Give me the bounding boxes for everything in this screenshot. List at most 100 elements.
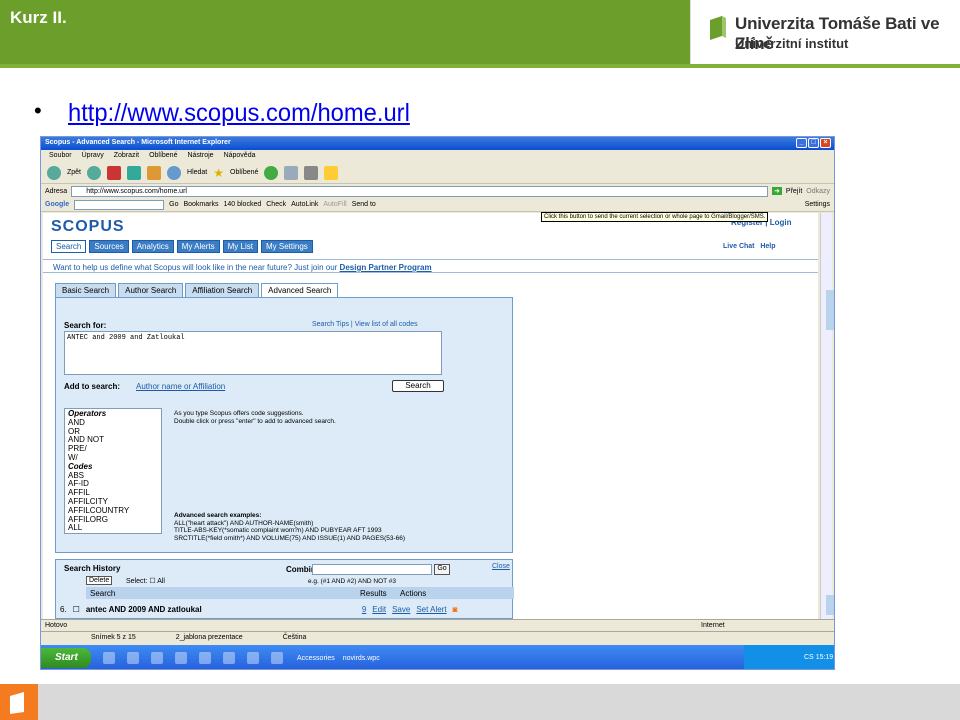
refresh-icon[interactable] <box>127 165 142 180</box>
home-icon[interactable] <box>147 165 162 180</box>
select-all-checkbox[interactable]: ☐ <box>149 578 155 585</box>
go-arrow-icon[interactable]: ➜ <box>772 187 782 195</box>
scopus-url-link[interactable]: http://www.scopus.com/home.url <box>68 99 410 128</box>
bullet: • <box>34 98 42 123</box>
folder-icon[interactable] <box>324 165 339 180</box>
taskbar-app-icon[interactable] <box>103 652 115 664</box>
operators-codes-list[interactable]: Operators AND OR AND NOT PRE/W/Codes ABS AF-ID… <box>64 408 162 534</box>
example-2: TITLE-ABS-KEY(*somatic complaint wom?n) … <box>174 527 382 534</box>
login-link[interactable]: Login <box>770 218 792 227</box>
address-input[interactable]: http://www.scopus.com/home.url <box>71 185 769 197</box>
taskbar-app-icon[interactable] <box>223 652 235 664</box>
row-checkbox[interactable]: ☐ <box>73 605 80 614</box>
taskbar-app-icon[interactable] <box>151 652 163 664</box>
operator-list-item[interactable]: PRE/ <box>68 444 158 454</box>
select-all: Select: ☐ All <box>126 577 165 585</box>
google-go-button[interactable]: Go <box>169 201 178 208</box>
tab-affiliation-search[interactable]: Affiliation Search <box>185 283 260 298</box>
stop-icon[interactable] <box>107 165 122 180</box>
go-label[interactable]: Přejít <box>786 188 802 195</box>
menu-file[interactable]: Soubor <box>49 152 72 160</box>
query-textarea[interactable]: ANTEC and 2009 and Zatloukal <box>64 331 442 375</box>
nav-my-list[interactable]: My List <box>222 240 258 253</box>
spellcheck-button[interactable]: Check <box>266 201 286 208</box>
search-button[interactable]: Search <box>392 380 444 392</box>
taskbar-app-icon[interactable] <box>175 652 187 664</box>
google-label: Google <box>45 201 70 208</box>
print-icon[interactable] <box>304 165 319 180</box>
author-affiliation-link[interactable]: Author name or Affiliation <box>136 382 225 391</box>
tab-author-search[interactable]: Author Search <box>118 283 184 298</box>
row-edit-link[interactable]: Edit <box>372 605 386 614</box>
settings-button[interactable]: Settings <box>805 201 830 208</box>
back-label[interactable]: Zpět <box>67 169 81 176</box>
close-history-link[interactable]: Close <box>492 563 510 570</box>
popup-blocked-count[interactable]: 140 blocked <box>223 201 261 208</box>
nav-my-alerts[interactable]: My Alerts <box>176 240 220 253</box>
delete-button[interactable]: Delete <box>86 576 113 585</box>
footer-logo-icon <box>0 684 38 720</box>
page-scrollbar[interactable] <box>820 213 832 619</box>
nav-sources[interactable]: Sources <box>89 240 129 253</box>
menu-view[interactable]: Zobrazit <box>114 152 139 160</box>
header-divider <box>0 64 960 68</box>
combine-input[interactable] <box>312 564 432 575</box>
favorites-label[interactable]: Oblíbené <box>230 169 258 176</box>
row-save-link[interactable]: Save <box>392 605 410 614</box>
favorites-star-icon[interactable]: ★ <box>213 166 224 180</box>
autofill-button[interactable]: AutoFill <box>323 201 346 208</box>
nav-analytics[interactable]: Analytics <box>131 240 174 253</box>
menu-tools[interactable]: Nástroje <box>187 152 213 160</box>
slide-title: Kurz II. <box>10 8 67 27</box>
taskbar-app-icon[interactable] <box>247 652 259 664</box>
row-set-alert-link[interactable]: Set Alert <box>416 605 446 614</box>
suggest-line-1: As you type Scopus offers code suggestio… <box>174 410 304 417</box>
close-button[interactable]: × <box>820 138 831 148</box>
windows-taskbar: Start Accessories novirds.wpc CS 15:19 <box>41 645 834 669</box>
live-chat-link[interactable]: Live Chat <box>723 243 755 250</box>
scopus-logo[interactable]: SCOPUS <box>51 218 125 236</box>
browser-toolbar: Zpět Hledat ★ Oblíbené <box>41 162 834 184</box>
slide-scroll-marker <box>826 595 834 615</box>
operator-list-item[interactable]: ALL <box>68 524 158 533</box>
tab-basic-search[interactable]: Basic Search <box>55 283 117 298</box>
mail-icon[interactable] <box>284 165 299 180</box>
taskbar-app-icon[interactable] <box>127 652 139 664</box>
design-partner-link[interactable]: Design Partner Program <box>340 263 432 272</box>
taskbar-app-icon[interactable] <box>271 652 283 664</box>
help-link[interactable]: Help <box>760 243 775 250</box>
bookmarks-button[interactable]: Bookmarks <box>183 201 218 208</box>
search-tips-link[interactable]: Search Tips <box>312 321 349 328</box>
history-table-header: Search Results Actions <box>86 587 514 599</box>
search-icon[interactable] <box>167 165 182 180</box>
search-label[interactable]: Hledat <box>187 169 207 176</box>
google-search-input[interactable] <box>74 199 165 210</box>
menu-favorites[interactable]: Oblíbené <box>149 152 177 160</box>
nav-search[interactable]: Search <box>51 240 87 253</box>
tab-advanced-search[interactable]: Advanced Search <box>261 283 339 298</box>
maximize-button[interactable]: □ <box>808 138 819 148</box>
tray-file[interactable]: novirds.wpc <box>343 655 380 662</box>
tray-accessories[interactable]: Accessories <box>297 655 335 662</box>
minimize-button[interactable]: _ <box>796 138 807 148</box>
nav-my-settings[interactable]: My Settings <box>260 240 313 253</box>
view-codes-link[interactable]: View list of all codes <box>355 321 418 328</box>
links-label[interactable]: Odkazy <box>806 188 830 195</box>
rss-icon[interactable]: ◙ <box>453 605 458 614</box>
sendto-tooltip: Click this button to send the current se… <box>541 212 769 222</box>
window-titlebar: Scopus - Advanced Search - Microsoft Int… <box>41 137 834 150</box>
sendto-button[interactable]: Send to <box>352 201 376 208</box>
back-icon[interactable] <box>47 165 61 180</box>
window-title: Scopus - Advanced Search - Microsoft Int… <box>45 139 231 146</box>
menu-edit[interactable]: Úpravy <box>82 152 104 160</box>
forward-icon[interactable] <box>87 165 102 180</box>
menu-help[interactable]: Nápověda <box>224 152 256 160</box>
combine-go-button[interactable]: Go <box>434 564 450 575</box>
autolink-button[interactable]: AutoLink <box>291 201 318 208</box>
row-results-link[interactable]: 9 <box>362 605 366 614</box>
history-icon[interactable] <box>264 165 279 180</box>
taskbar-app-icon[interactable] <box>199 652 211 664</box>
language-indicator[interactable]: CS <box>804 654 814 661</box>
operator-list-item[interactable]: AND <box>68 418 158 428</box>
start-button[interactable]: Start <box>41 648 91 668</box>
